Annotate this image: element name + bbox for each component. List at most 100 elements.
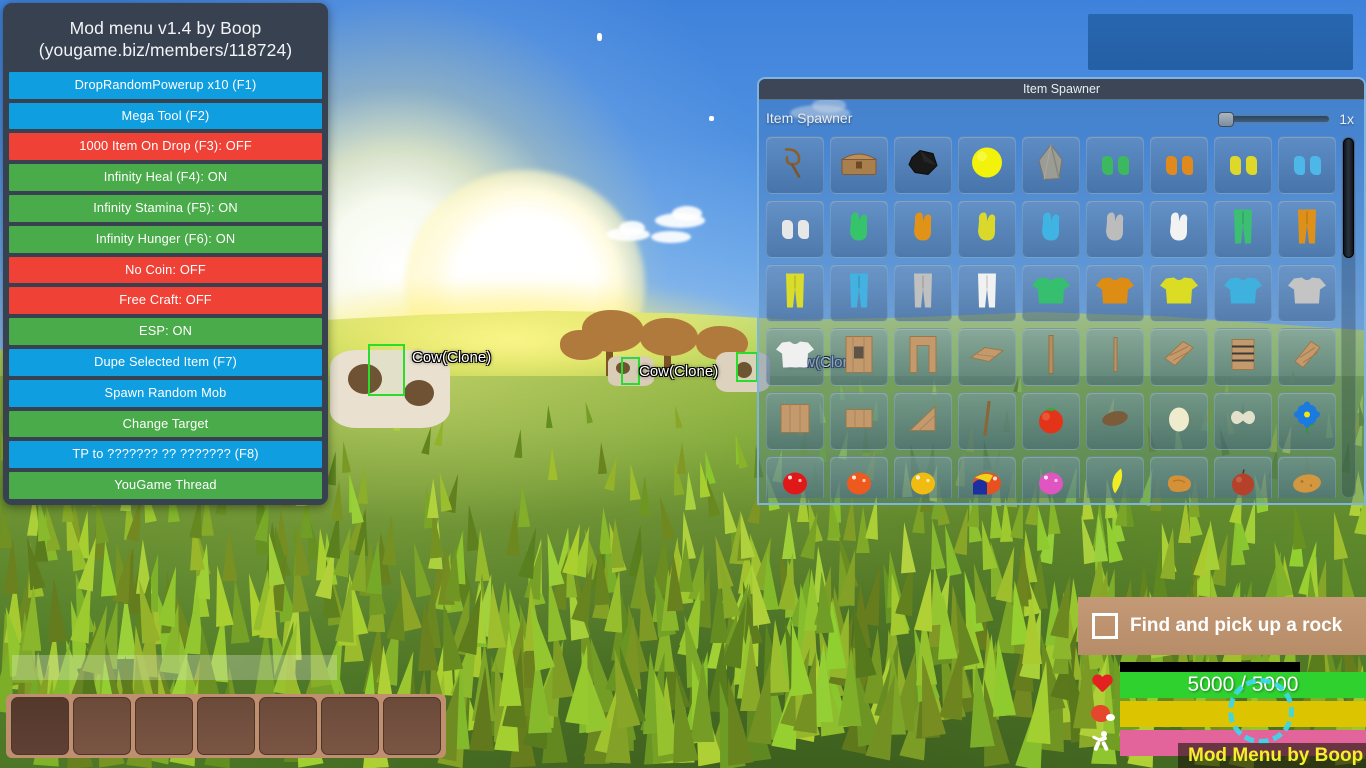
pillar-icon (1045, 335, 1057, 380)
mod-button-change-target[interactable]: Change Target (9, 410, 322, 438)
item-slot-glove-blue[interactable] (1022, 200, 1080, 258)
item-slot-glove-gray[interactable] (1086, 200, 1144, 258)
item-slot-boots-green[interactable] (1086, 136, 1144, 194)
item-slot-ladder[interactable] (1214, 328, 1272, 386)
item-slot-berry-orange[interactable] (830, 456, 888, 498)
item-grid-scrollbar[interactable] (1341, 136, 1356, 498)
pants-icon (783, 272, 807, 315)
item-slot-boots-blue[interactable] (1278, 136, 1336, 194)
mod-button-free-craft-off[interactable]: Free Craft: OFF (9, 287, 322, 315)
pants-icon (1231, 208, 1255, 251)
mod-button-no-coin-off[interactable]: No Coin: OFF (9, 256, 322, 284)
stone-icon (1036, 143, 1066, 187)
hotbar-slot-4[interactable] (197, 697, 255, 755)
item-slot-half-wall[interactable] (830, 392, 888, 450)
item-slot-wall-doorway[interactable] (894, 328, 952, 386)
item-slot-pants-yellow[interactable] (766, 264, 824, 322)
stick-icon (979, 400, 995, 442)
item-slot-potato[interactable] (1278, 456, 1336, 498)
mod-button-spawn-random-mob[interactable]: Spawn Random Mob (9, 379, 322, 407)
mod-watermark: Mod Menu by Boop (1178, 743, 1366, 768)
item-slot-triangle[interactable] (894, 392, 952, 450)
item-slot-shirt-yellow[interactable] (1150, 264, 1208, 322)
mod-button-droprandompowerup-x10-f1[interactable]: DropRandomPowerup x10 (F1) (9, 71, 322, 99)
mod-button-1000-item-on-drop-f3-off[interactable]: 1000 Item On Drop (F3): OFF (9, 133, 322, 161)
item-slot-berry-pink[interactable] (1022, 456, 1080, 498)
item-slot-shirt-blue[interactable] (1214, 264, 1272, 322)
mod-button-yougame-thread[interactable]: YouGame Thread (9, 472, 322, 499)
feather-icon (1103, 466, 1127, 499)
item-slot-sulfur[interactable] (958, 136, 1016, 194)
item-slot-stick[interactable] (958, 392, 1016, 450)
item-slot-shirt-green[interactable] (1022, 264, 1080, 322)
item-slot-glove-orange[interactable] (894, 200, 952, 258)
item-slot-ramp[interactable] (1150, 328, 1208, 386)
mod-button-dupe-selected-item-f7[interactable]: Dupe Selected Item (F7) (9, 348, 322, 376)
item-slot-berry-red[interactable] (766, 456, 824, 498)
mod-button-esp-on[interactable]: ESP: ON (9, 318, 322, 345)
item-slot-berry-yellow[interactable] (894, 456, 952, 498)
item-slot-wall-plank[interactable] (766, 392, 824, 450)
item-slot-pillar[interactable] (1022, 328, 1080, 386)
item-slot-coal[interactable] (894, 136, 952, 194)
item-slot-chest[interactable] (830, 136, 888, 194)
apple-icon (1229, 469, 1257, 499)
hotbar-slot-5[interactable] (259, 697, 317, 755)
item-slot-glove-white[interactable] (1150, 200, 1208, 258)
item-slot-boots-yellow[interactable] (1214, 136, 1272, 194)
esp-box (621, 357, 640, 385)
item-slot-glove-yellow[interactable] (958, 200, 1016, 258)
item-slot-stairs[interactable] (1278, 328, 1336, 386)
mod-button-infinity-stamina-f5-on[interactable]: Infinity Stamina (F5): ON (9, 194, 322, 222)
item-slot-boots-orange[interactable] (1150, 136, 1208, 194)
item-slot-bone[interactable] (1214, 392, 1272, 450)
item-slot-bread[interactable] (1150, 456, 1208, 498)
hotbar-slot-3[interactable] (135, 697, 193, 755)
item-slot-wall-window[interactable] (830, 328, 888, 386)
potato-icon (1291, 471, 1323, 499)
item-slot-pants-gray[interactable] (894, 264, 952, 322)
item-slot-feather[interactable] (1086, 456, 1144, 498)
item-slot-boots-white[interactable] (766, 200, 824, 258)
hotbar-slot-1[interactable] (11, 697, 69, 755)
item-slot-pants-green[interactable] (1214, 200, 1272, 258)
item-slot-floor[interactable] (958, 328, 1016, 386)
item-slot-glove-green[interactable] (830, 200, 888, 258)
pants-icon (1295, 208, 1319, 251)
multiplier-slider-knob[interactable] (1218, 112, 1235, 127)
mod-button-infinity-heal-f4-on[interactable]: Infinity Heal (F4): ON (9, 164, 322, 191)
hotbar-slot-7[interactable] (383, 697, 441, 755)
berry-icon (1036, 469, 1066, 499)
glove-icon (845, 210, 873, 249)
item-slot-seed[interactable] (1086, 392, 1144, 450)
cloud (672, 206, 702, 221)
shirt-icon (774, 340, 816, 375)
item-slot-pants-blue[interactable] (830, 264, 888, 322)
item-slot-sickle[interactable] (766, 136, 824, 194)
item-spawner-titlebar[interactable]: Item Spawner (759, 79, 1364, 100)
item-spawner-window: Item Spawner Item Spawner 1x (757, 77, 1366, 505)
mod-button-infinity-hunger-f6-on[interactable]: Infinity Hunger (F6): ON (9, 225, 322, 253)
item-slot-stone[interactable] (1022, 136, 1080, 194)
multiplier-slider[interactable] (1218, 112, 1331, 127)
item-grid-scrollbar-thumb[interactable] (1343, 138, 1354, 258)
item-spawner-section-label: Item Spawner (766, 110, 853, 126)
item-slot-shirt-white[interactable] (766, 328, 824, 386)
item-slot-post[interactable] (1086, 328, 1144, 386)
quest-checkbox-icon[interactable] (1092, 613, 1118, 639)
mod-button-tp-to-f8[interactable]: TP to ??????? ?? ??????? (F8) (9, 441, 322, 469)
item-slot-flower[interactable] (1278, 392, 1336, 450)
item-slot-shirt-orange[interactable] (1086, 264, 1144, 322)
hotbar-slot-2[interactable] (73, 697, 131, 755)
item-slot-shirt-gray[interactable] (1278, 264, 1336, 322)
item-slot-pants-white[interactable] (958, 264, 1016, 322)
mod-button-mega-tool-f2[interactable]: Mega Tool (F2) (9, 102, 322, 130)
item-slot-apple[interactable] (1214, 456, 1272, 498)
hotbar-slot-6[interactable] (321, 697, 379, 755)
bread-icon (1163, 470, 1195, 499)
item-slot-pants-orange[interactable] (1278, 200, 1336, 258)
item-slot-berry-rainbow[interactable] (958, 456, 1016, 498)
shirt-icon (1222, 276, 1264, 311)
item-slot-egg[interactable] (1150, 392, 1208, 450)
item-slot-tomato[interactable] (1022, 392, 1080, 450)
